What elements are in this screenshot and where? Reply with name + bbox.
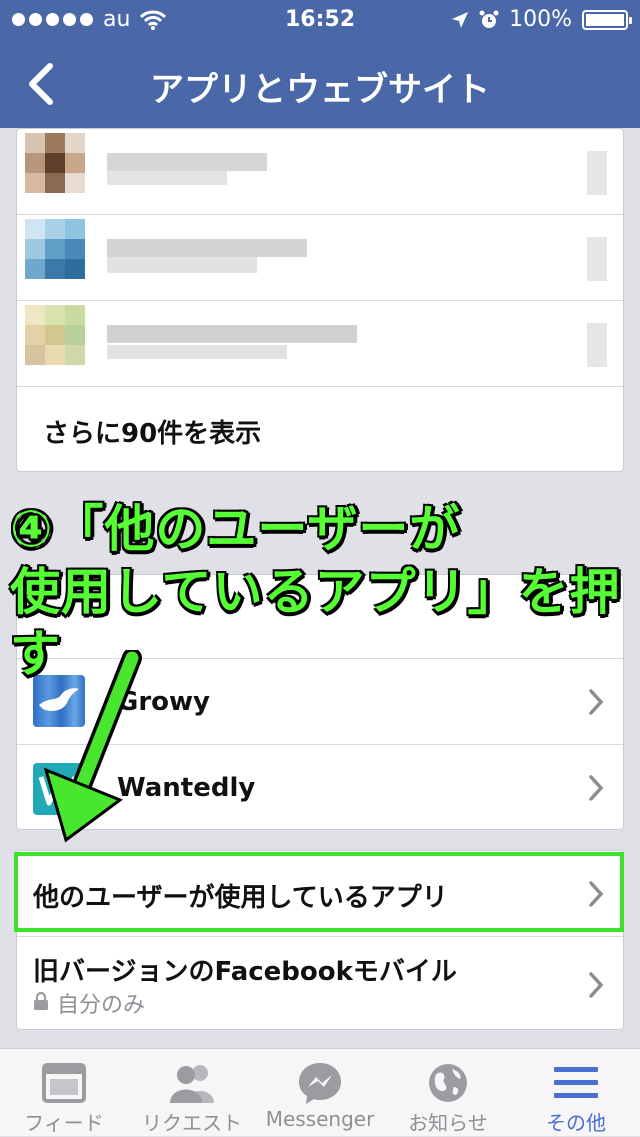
tab-requests[interactable]: リクエスト xyxy=(128,1049,256,1137)
privacy-label: 自分のみ xyxy=(57,993,146,1018)
tab-bar: フィード リクエスト Messenger お知らせ その他 xyxy=(0,1048,640,1136)
show-more-button[interactable]: さらに90件を表示 xyxy=(17,387,623,471)
list-item[interactable] xyxy=(17,301,623,387)
battery-percent: 100% xyxy=(509,7,572,32)
friend-requests-icon xyxy=(170,1065,214,1103)
old-mobile-version-row[interactable]: 旧バージョンのFacebookモバイル 自分のみ xyxy=(17,937,623,1029)
pointer-arrow-icon xyxy=(43,650,142,843)
tab-feed[interactable]: フィード xyxy=(0,1049,128,1137)
battery-icon xyxy=(582,9,632,30)
menu-icon xyxy=(554,1067,598,1098)
chevron-right-icon xyxy=(589,775,604,801)
tab-label: その他 xyxy=(546,1111,606,1135)
list-item[interactable] xyxy=(17,215,623,301)
chevron-right-icon xyxy=(589,972,604,998)
status-bar: au 16:52 100% xyxy=(0,0,640,40)
navigation-bar: アプリとウェブサイト xyxy=(0,40,640,128)
messenger-icon xyxy=(299,1063,341,1104)
tab-notifications[interactable]: お知らせ xyxy=(384,1049,512,1137)
annotation-line-1: ④「他のユーザーが xyxy=(10,500,461,558)
tab-more[interactable]: その他 xyxy=(512,1049,640,1137)
chevron-right-icon xyxy=(589,689,604,715)
tab-label: お知らせ xyxy=(408,1111,488,1135)
tab-label: フィード xyxy=(24,1111,104,1135)
connected-apps-list: さらに90件を表示 xyxy=(16,128,624,472)
lock-icon xyxy=(34,991,48,1010)
tab-label: Messenger xyxy=(265,1107,375,1131)
list-item[interactable] xyxy=(17,129,623,215)
app-thumbnail xyxy=(25,219,85,279)
feed-icon xyxy=(42,1063,86,1103)
app-thumbnail xyxy=(25,305,85,365)
location-arrow-icon xyxy=(452,11,469,28)
tab-label: リクエスト xyxy=(142,1111,242,1135)
globe-notifications-icon xyxy=(429,1064,467,1102)
show-more-label: さらに90件を表示 xyxy=(43,419,262,449)
highlight-box xyxy=(14,852,624,932)
alarm-clock-icon xyxy=(479,10,499,28)
app-thumbnail xyxy=(25,133,85,193)
tab-messenger[interactable]: Messenger xyxy=(256,1049,384,1137)
old-mobile-version-label: 旧バージョンのFacebookモバイル xyxy=(33,957,457,987)
page-title: アプリとウェブサイト xyxy=(150,70,490,110)
